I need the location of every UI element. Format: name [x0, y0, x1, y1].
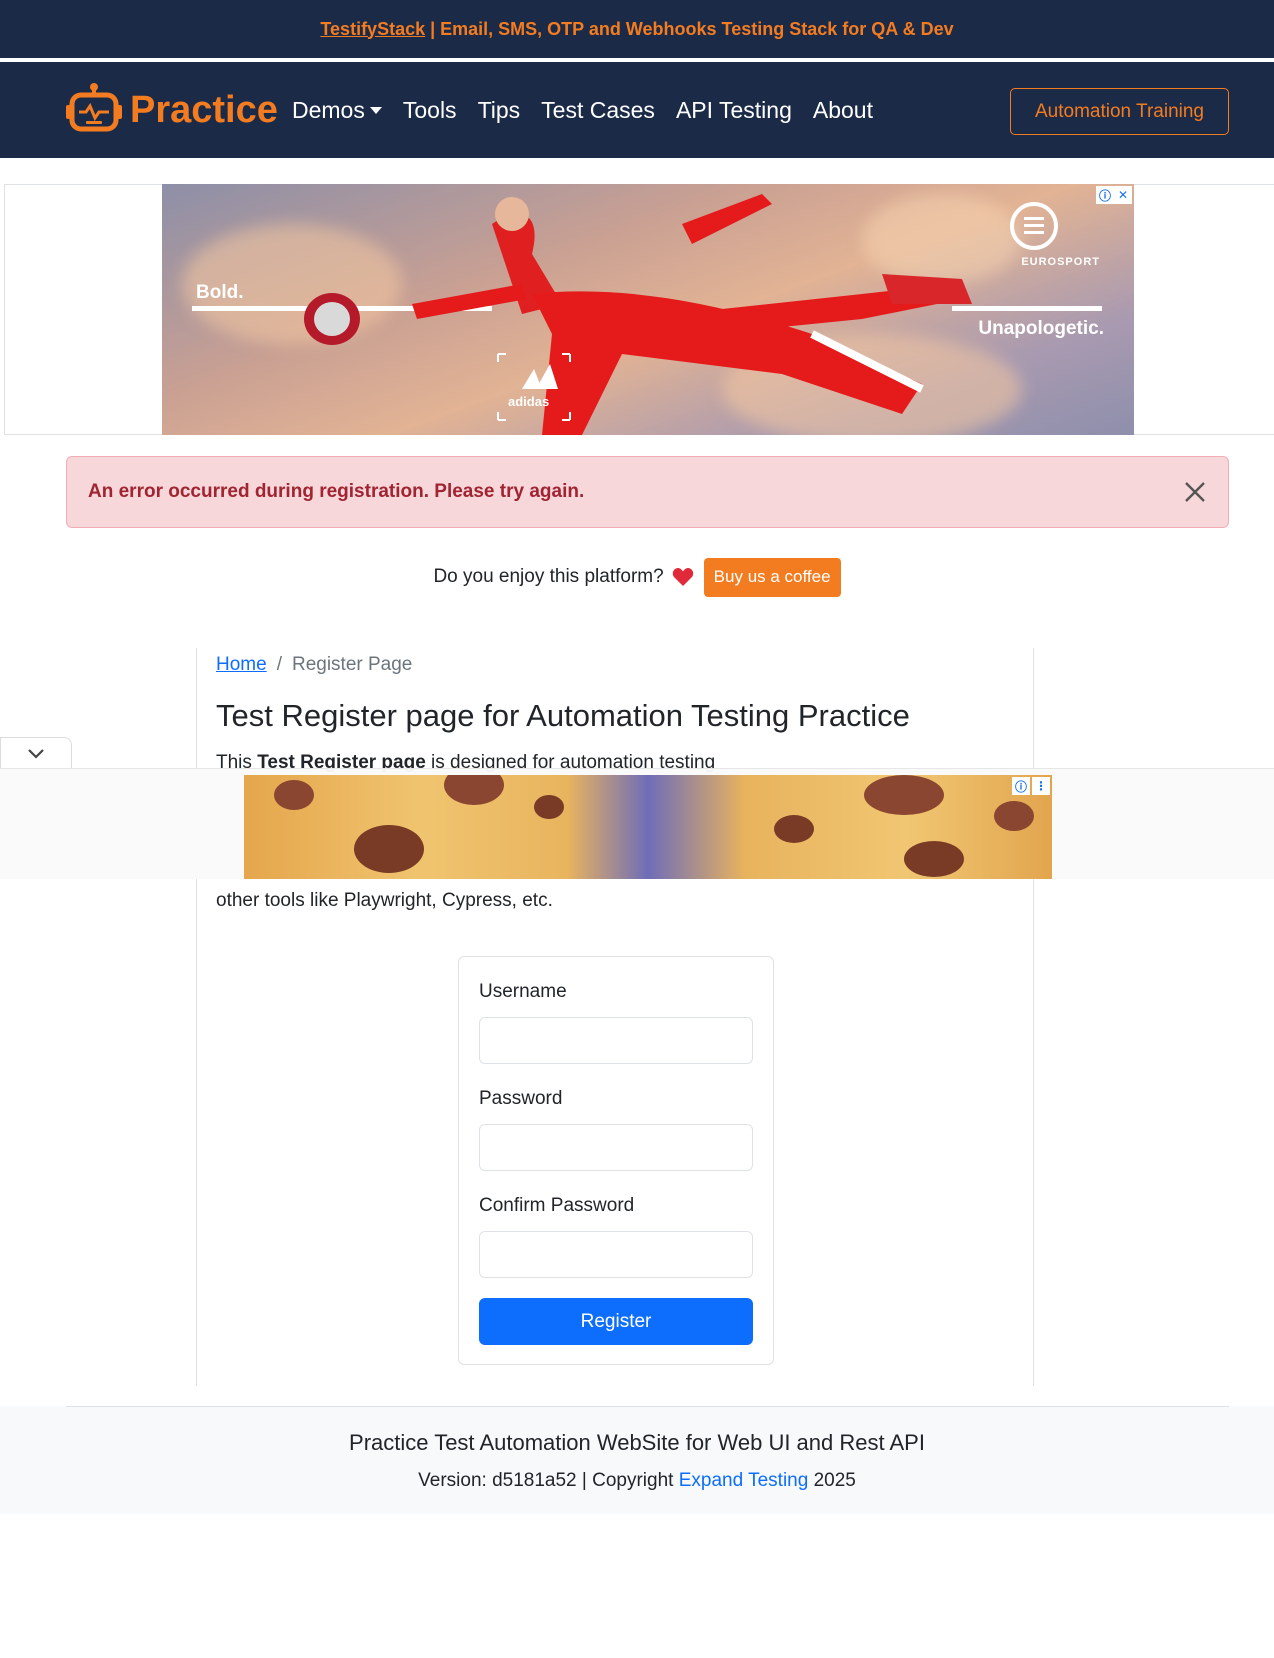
promo-bar: TestifyStack | Email, SMS, OTP and Webho… [0, 0, 1274, 60]
close-icon[interactable] [1182, 479, 1208, 505]
ad-text-left: Bold. [196, 282, 244, 303]
password-input[interactable] [479, 1124, 753, 1171]
ad-top-banner[interactable]: Bold. Unapologetic. EUROSPORT adidas ⓘ ✕ [162, 184, 1134, 435]
breadcrumb: Home / Register Page [216, 654, 412, 676]
testifystack-link[interactable]: TestifyStack [320, 19, 425, 40]
footer: Practice Test Automation WebSite for Web… [0, 1406, 1274, 1514]
main-content: Home / Register Page Test Register page … [196, 648, 1034, 1386]
anchor-ad-banner[interactable]: ⓘ ⋮ [244, 775, 1052, 879]
footer-title: Practice Test Automation WebSite for Web… [349, 1430, 925, 1455]
username-label: Username [479, 981, 567, 1002]
expand-testing-link[interactable]: Expand Testing [679, 1470, 809, 1491]
brand-link[interactable]: Practice [64, 80, 278, 140]
main-navbar: Practice Demos Tools Tips Test Cases API… [0, 62, 1274, 158]
nav-test-cases[interactable]: Test Cases [541, 97, 655, 124]
alert-message: An error occurred during registration. P… [88, 481, 585, 502]
register-button[interactable]: Register [479, 1298, 753, 1345]
confirm-password-label: Confirm Password [479, 1195, 635, 1216]
register-form-card: Username Password Confirm Password Regis… [458, 956, 774, 1365]
anchor-ad-menu-icon[interactable]: ⋮ [1032, 777, 1050, 795]
ad-brand-mark: adidas [508, 394, 550, 409]
password-label: Password [479, 1088, 563, 1109]
intro-text-line2: other tools like Playwright, Cypress, et… [216, 890, 553, 911]
caret-down-icon [369, 106, 382, 114]
promo-text: | Email, SMS, OTP and Webhooks Testing S… [425, 18, 954, 39]
brand-text: Practice [130, 88, 278, 131]
breadcrumb-separator: / [276, 654, 282, 675]
anchor-ad-collapse-button[interactable] [0, 737, 72, 770]
automation-training-button[interactable]: Automation Training [1010, 88, 1229, 135]
footer-divider [66, 1406, 1229, 1407]
ad-close-icon[interactable]: ✕ [1114, 186, 1132, 204]
nav-demos[interactable]: Demos [292, 97, 382, 124]
confirm-password-input[interactable] [479, 1231, 753, 1278]
ad-sponsor: EUROSPORT [1021, 256, 1100, 268]
robot-logo-icon [66, 83, 122, 132]
ad-athlete-graphic [192, 194, 1102, 435]
ad-text-right: Unapologetic. [978, 318, 1104, 339]
nav-links: Demos Tools Tips Test Cases API Testing … [292, 62, 873, 158]
footer-year: 2025 [808, 1470, 856, 1491]
nav-tools[interactable]: Tools [403, 97, 457, 124]
support-question: Do you enjoy this platform? [433, 566, 664, 587]
support-row: Do you enjoy this platform? Buy us a cof… [0, 556, 1274, 598]
error-alert: An error occurred during registration. P… [66, 456, 1229, 528]
ad-info-icon[interactable]: ⓘ [1096, 186, 1114, 204]
nav-api-testing[interactable]: API Testing [676, 97, 792, 124]
buy-coffee-button[interactable]: Buy us a coffee [703, 557, 841, 597]
breadcrumb-current: Register Page [291, 654, 413, 675]
footer-version: Version: d5181a52 | Copyright Expand Tes… [0, 1470, 1274, 1492]
username-input[interactable] [479, 1017, 753, 1064]
anchor-ad-info-icon[interactable]: ⓘ [1012, 777, 1030, 795]
heart-icon [672, 568, 693, 586]
page-title: Test Register page for Automation Testin… [216, 698, 910, 733]
nav-about[interactable]: About [813, 97, 873, 124]
nav-demos-label: Demos [292, 96, 365, 123]
nav-tips[interactable]: Tips [478, 97, 521, 124]
chevron-down-icon [28, 749, 44, 759]
footer-version-text: Version: d5181a52 | Copyright [418, 1470, 679, 1491]
breadcrumb-home-link[interactable]: Home [216, 654, 267, 676]
